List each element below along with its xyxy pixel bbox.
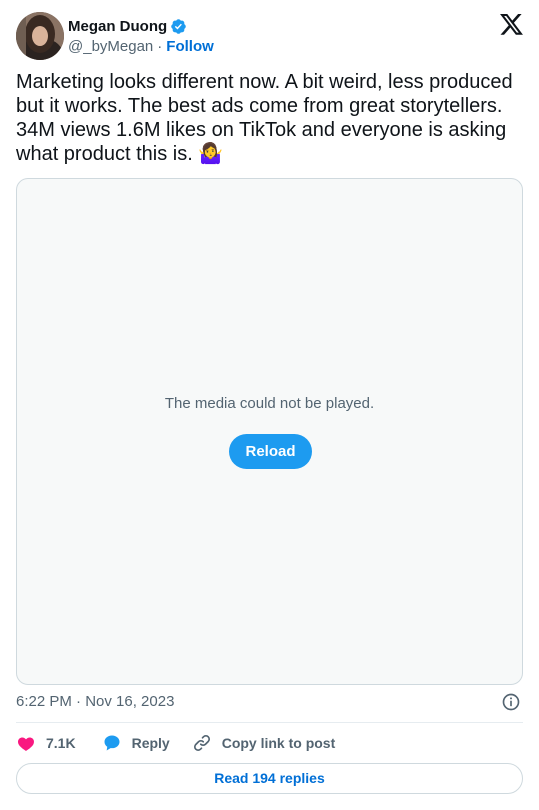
post-meta: 6:22 PM · Nov 16, 2023 — [16, 692, 523, 712]
verified-badge-icon — [171, 18, 186, 34]
author-display-name[interactable]: Megan Duong — [68, 18, 167, 35]
author-names: Megan Duong @_byMegan · Follow — [68, 16, 214, 56]
reply-bubble-icon — [104, 735, 120, 751]
post-text: Marketing looks different now. A bit wei… — [16, 71, 513, 165]
post-timestamp[interactable]: 6:22 PM · Nov 16, 2023 — [16, 693, 174, 710]
media-error-message: The media could not be played. — [164, 395, 375, 412]
post-actions: 7.1K Reply Copy link to post — [16, 733, 335, 753]
avatar-photo — [16, 12, 64, 60]
handle-separator: · — [157, 37, 163, 55]
divider — [16, 722, 523, 723]
post-header: Megan Duong @_byMegan · Follow — [16, 12, 523, 60]
link-chain-icon — [193, 734, 210, 752]
author-handle[interactable]: @_byMegan — [68, 38, 153, 55]
like-count: 7.1K — [46, 735, 76, 751]
x-logo-icon[interactable] — [500, 14, 523, 35]
reload-button[interactable]: Reload — [229, 434, 312, 469]
read-replies-button[interactable]: Read 194 replies — [16, 763, 523, 794]
reply-label: Reply — [131, 735, 170, 751]
avatar[interactable] — [16, 12, 64, 60]
like-button[interactable]: 7.1K — [16, 733, 76, 753]
reply-button[interactable]: Reply — [102, 733, 170, 753]
follow-link[interactable]: Follow — [166, 38, 214, 55]
heart-icon — [18, 737, 34, 751]
info-icon[interactable] — [501, 692, 521, 712]
copy-link-button[interactable]: Copy link to post — [192, 733, 336, 753]
embedded-post-card: Megan Duong @_byMegan · Follow Marketing… — [0, 0, 539, 810]
media-player: The media could not be played. Reload — [16, 178, 523, 685]
copy-link-label: Copy link to post — [221, 735, 336, 751]
